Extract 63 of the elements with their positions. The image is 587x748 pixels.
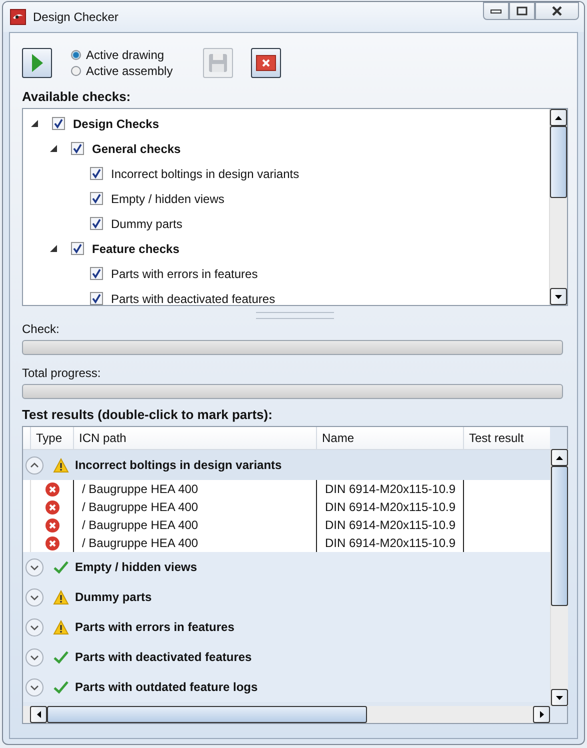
expand-icon[interactable]	[25, 678, 44, 696]
group-title[interactable]: Parts with errors in features	[75, 620, 234, 634]
run-button[interactable]	[22, 48, 52, 78]
group-title[interactable]: Parts with deactivated features	[75, 650, 252, 664]
cancel-icon	[256, 55, 276, 71]
tree-item[interactable]: Parts with deactivated features	[111, 292, 276, 305]
checkbox[interactable]	[90, 267, 103, 280]
section-heading: Test results (double-click to mark parts):	[22, 407, 274, 422]
column-header[interactable]: ICN path	[73, 427, 316, 449]
scrollbar[interactable]	[549, 109, 567, 305]
column-header[interactable]: Test result	[463, 427, 550, 449]
tree-item[interactable]: Empty / hidden views	[111, 192, 224, 206]
close-button[interactable]	[535, 2, 579, 20]
progress-label: Check:	[22, 322, 60, 336]
splitter-handle[interactable]	[256, 312, 334, 319]
collapse-icon[interactable]	[25, 456, 44, 474]
scrollbar[interactable]	[23, 706, 550, 723]
column-header[interactable]: Type	[30, 427, 73, 449]
down-arrow-icon[interactable]	[555, 294, 562, 298]
left-arrow-icon[interactable]	[36, 711, 40, 718]
section-heading: Available checks:	[22, 89, 132, 104]
group-title[interactable]: Incorrect boltings in design variants	[75, 458, 282, 472]
expand-icon[interactable]	[25, 618, 44, 636]
scrollbar[interactable]	[550, 449, 568, 706]
up-arrow-icon[interactable]	[556, 456, 563, 460]
app-icon	[10, 9, 26, 25]
checkbox[interactable]	[90, 292, 103, 305]
checkbox[interactable]	[71, 242, 84, 255]
checkbox[interactable]	[52, 117, 65, 130]
down-arrow-icon[interactable]	[556, 696, 563, 700]
expand-icon[interactable]	[25, 588, 44, 606]
tree-item[interactable]: Incorrect boltings in design variants	[111, 166, 300, 180]
expander-icon[interactable]	[50, 145, 57, 152]
tree-item[interactable]: Design Checks	[73, 116, 160, 130]
minimize-icon	[490, 7, 502, 15]
checkbox[interactable]	[90, 167, 103, 180]
expand-icon[interactable]	[25, 558, 44, 576]
checkbox[interactable]	[90, 192, 103, 205]
right-arrow-icon[interactable]	[540, 711, 544, 718]
cancel-button[interactable]	[250, 48, 281, 78]
play-icon	[30, 53, 44, 73]
scope-radio[interactable]: Active drawing	[71, 48, 173, 62]
maximize-button[interactable]	[509, 2, 535, 20]
tree-item[interactable]: General checks	[92, 142, 181, 156]
group-title[interactable]: Parts with outdated feature logs	[75, 680, 258, 694]
group-title[interactable]: Empty / hidden views	[75, 560, 198, 574]
close-icon	[551, 6, 563, 16]
scope-radio[interactable]: Active assembly	[71, 64, 173, 78]
tree-item[interactable]: Parts with errors in features	[111, 266, 258, 280]
tree-item[interactable]: Dummy parts	[111, 216, 182, 230]
column-header[interactable]: Name	[316, 427, 463, 449]
up-arrow-icon[interactable]	[555, 116, 562, 120]
window-title: Design Checker	[33, 10, 118, 24]
expand-icon[interactable]	[25, 648, 44, 666]
tree-item[interactable]: Feature checks	[92, 242, 180, 256]
maximize-icon	[516, 6, 528, 16]
expander-icon[interactable]	[31, 120, 38, 127]
group-title[interactable]: Dummy parts	[75, 590, 152, 604]
checkbox[interactable]	[71, 142, 84, 155]
progress-label: Total progress:	[22, 366, 102, 380]
minimize-button[interactable]	[483, 2, 509, 20]
expander-icon[interactable]	[50, 245, 57, 252]
checkbox[interactable]	[90, 217, 103, 230]
